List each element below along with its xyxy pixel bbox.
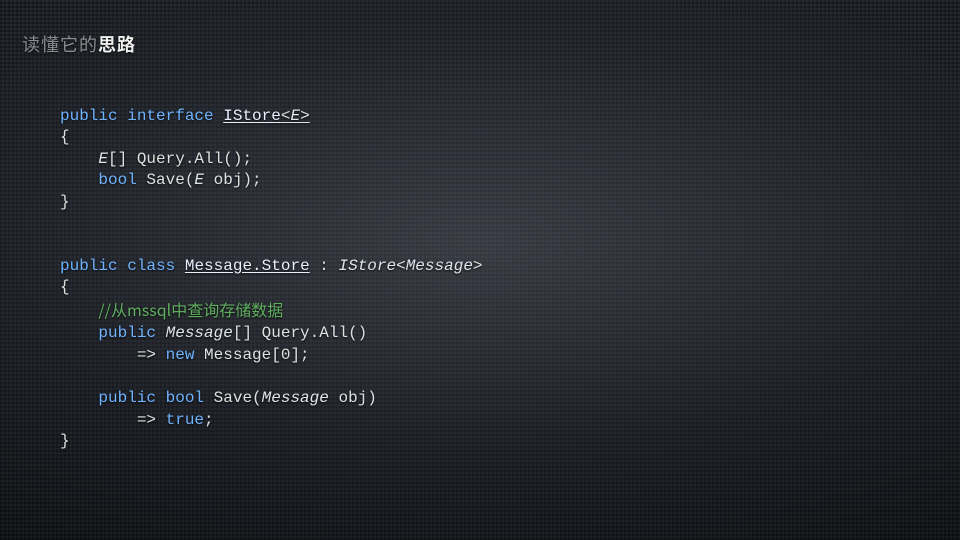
method-queryall: [] Query.All(); xyxy=(108,150,252,168)
m2-rest: obj) xyxy=(329,389,377,407)
return-type-e: E xyxy=(98,150,108,168)
title-emph: 思路 xyxy=(98,31,136,57)
brace-open: { xyxy=(60,278,70,296)
kw-bool: bool xyxy=(98,171,136,189)
brace-close: } xyxy=(60,193,70,211)
slide-title: 读懂它的思路 xyxy=(22,32,136,56)
kw-public: public xyxy=(60,107,118,125)
method-save-rest: obj); xyxy=(204,171,262,189)
m1-return-type: Message xyxy=(166,324,233,342)
kw-class: class xyxy=(127,257,175,275)
brace-close: } xyxy=(60,432,70,450)
comment-line: //从mssql中查询存储数据 xyxy=(98,297,283,321)
kw-new: new xyxy=(166,346,195,364)
type-param: E xyxy=(290,107,300,125)
m1-body: Message[0]; xyxy=(194,346,309,364)
angle-close: > xyxy=(300,107,310,125)
kw-public: public xyxy=(98,324,156,342)
kw-public: public xyxy=(98,389,156,407)
m2-semi: ; xyxy=(204,411,214,429)
title-prefix: 读懂它的 xyxy=(22,31,98,57)
kw-true: true xyxy=(166,411,204,429)
code-block-class: public class Message.Store : IStore<Mess… xyxy=(60,234,483,453)
kw-bool: bool xyxy=(166,389,204,407)
code-block-interface: public interface IStore<E> { E[] Query.A… xyxy=(60,84,310,214)
m2-sig: Save( xyxy=(204,389,262,407)
colon: : xyxy=(310,257,339,275)
m2-arrow: => xyxy=(137,411,166,429)
impl-iface: IStore xyxy=(338,257,396,275)
m2-param-type: Message xyxy=(262,389,329,407)
interface-name: IStore xyxy=(223,107,281,125)
m1-sig: [] Query.All() xyxy=(233,324,367,342)
angle-close: > xyxy=(473,257,483,275)
angle-open: < xyxy=(396,257,406,275)
brace-open: { xyxy=(60,128,70,146)
class-name: Message.Store xyxy=(185,257,310,275)
save-param-type: E xyxy=(194,171,204,189)
kw-public: public xyxy=(60,257,118,275)
impl-type-arg: Message xyxy=(406,257,473,275)
kw-interface: interface xyxy=(127,107,213,125)
method-save-sig: Save( xyxy=(137,171,195,189)
m1-arrow: => xyxy=(137,346,166,364)
